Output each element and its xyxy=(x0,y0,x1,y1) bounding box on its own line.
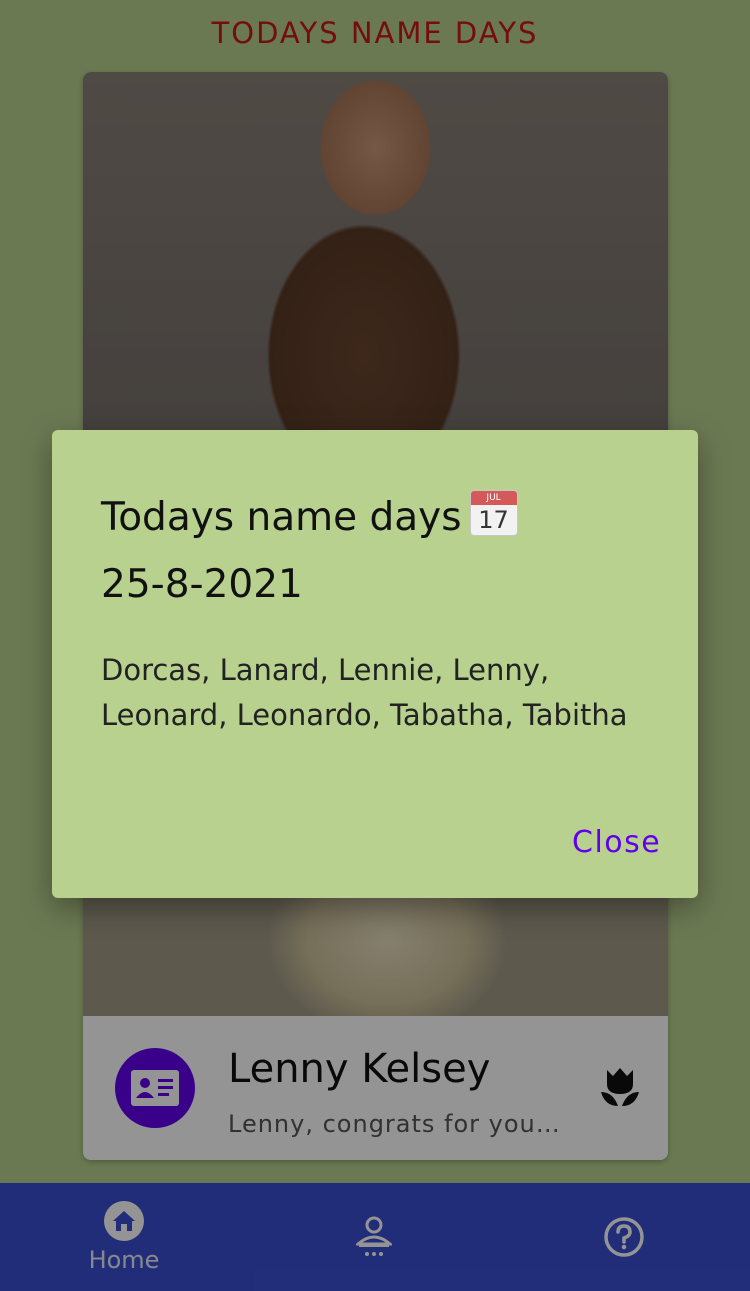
dialog-date: 25-8-2021 xyxy=(101,562,303,607)
dialog-title-text: Todays name days xyxy=(101,495,462,540)
dialog-title: Todays name days JUL 17 25-8-2021 xyxy=(101,484,661,618)
name-days-dialog: Todays name days JUL 17 25-8-2021 Dorcas, … xyxy=(52,430,698,898)
close-button[interactable]: Close xyxy=(572,825,661,860)
calendar-icon: JUL 17 xyxy=(469,490,518,536)
dialog-names: Dorcas, Lanard, Lennie, Lenny, Leonard, … xyxy=(101,653,628,732)
